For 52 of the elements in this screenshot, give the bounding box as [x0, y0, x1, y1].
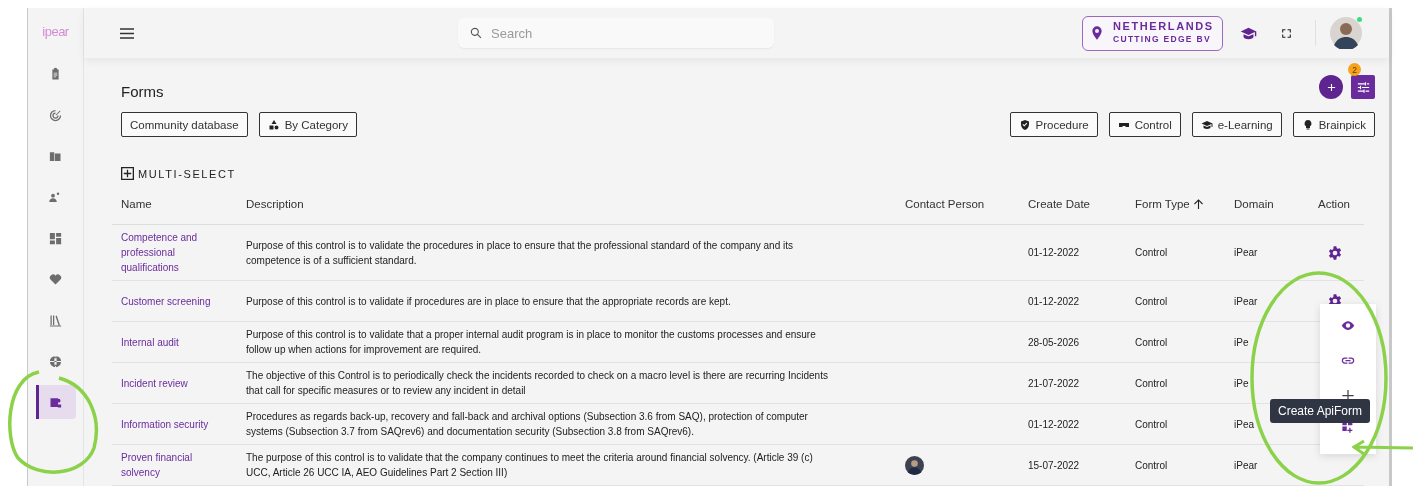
column-header[interactable]: Name	[121, 198, 152, 210]
multi-select-button[interactable]: MULTI-SELECT	[121, 167, 236, 180]
column-header[interactable]: Contact Person	[905, 198, 985, 210]
filter-chip[interactable]: Control	[1108, 112, 1181, 137]
form-name-link[interactable]: Internal audit	[121, 334, 212, 350]
page-title: Forms	[121, 82, 164, 100]
form-name-link[interactable]: Incident review	[121, 375, 212, 391]
count-badge: 2	[1348, 63, 1361, 76]
form-name-link[interactable]: Customer screening	[121, 293, 212, 309]
table-cell: Control	[1135, 418, 1168, 430]
table-cell: Control	[1135, 459, 1168, 471]
form-name-link[interactable]: Proven financial solvency	[121, 450, 212, 480]
column-header[interactable]: Domain	[1234, 198, 1274, 210]
table-cell: The objective of this Control is to periodically check the incidents recorded to check on a macro level is there are recurring Incidents that call for specific measures or to review any incident in detail	[246, 370, 828, 396]
filter-chip[interactable]: Community database	[121, 112, 248, 137]
table-cell: iPea	[1234, 418, 1254, 430]
table-cell: 21-07-2022	[1028, 377, 1080, 389]
table-cell: 28-05-2026	[1028, 336, 1080, 348]
column-header[interactable]: Description	[246, 198, 304, 210]
country-label: NETHERLANDS	[1113, 20, 1214, 33]
table-cell: Control	[1135, 295, 1168, 307]
column-header[interactable]: Form Type	[1135, 198, 1204, 210]
table-cell: 01-12-2022	[1028, 295, 1080, 307]
table-cell: Control	[1135, 336, 1168, 348]
filter-chip[interactable]: Procedure	[1009, 112, 1098, 137]
table-cell: Procedures as regards back-up, recovery and fall-back and archival options (Subsection 3.6 from SAQ), protection of computer systems (Subsection 3.7 from SAQrev6) and documentation security (Subsection 3.8 from SAQrev6).	[246, 411, 808, 437]
filter-chip[interactable]: e-Learning	[1191, 112, 1282, 137]
form-name-link[interactable]: Information security	[121, 416, 212, 432]
company-label: CUTTING EDGE BV	[1113, 33, 1212, 46]
table-cell: 01-12-2022	[1028, 418, 1080, 430]
table-cell: iPear	[1234, 295, 1258, 307]
table-cell: 15-07-2022	[1028, 459, 1080, 471]
table-cell: iPear	[1234, 459, 1258, 471]
search-field[interactable]: Search	[458, 18, 774, 48]
table-cell: iPe	[1234, 377, 1249, 389]
filter-chip[interactable]: By Category	[258, 112, 357, 137]
table-cell: The purpose of this control is to validate that the company continues to meet the criteria around financial solvency. (Article 39 (c) UCC, Article 26 UCC IA, AEO Guidelines Part 2 Section III)	[246, 452, 813, 478]
table-cell: iPe	[1234, 336, 1249, 348]
column-header[interactable]: Action	[1318, 198, 1350, 210]
logo: ipear	[42, 24, 69, 39]
table-cell: Purpose of this control is to validate that a proper internal audit program is in place to monitor the customs processes and ensure follow up when actions for improvement are required.	[246, 329, 816, 355]
table-cell: Purpose of this control is to validate the procedures in place to ensure that the professional standard of the company and its competence is of a sufficient standard.	[246, 239, 793, 266]
table-cell: Purpose of this control is to validate if procedures are in place to ensure that the appropriate records are kept.	[246, 295, 731, 307]
column-header[interactable]: Create Date	[1028, 198, 1090, 210]
tooltip: Create ApiForm	[1270, 399, 1371, 423]
location-selector[interactable]: NETHERLANDS CUTTING EDGE BV	[1082, 15, 1223, 51]
filter-chip[interactable]: Brainpick	[1292, 112, 1375, 137]
table-cell: iPear	[1234, 247, 1258, 258]
form-name-link[interactable]: Competence and professional qualifications	[121, 230, 212, 275]
table-cell: 01-12-2022	[1028, 247, 1080, 258]
table-cell: Control	[1135, 377, 1168, 389]
table-cell: Control	[1135, 247, 1168, 258]
